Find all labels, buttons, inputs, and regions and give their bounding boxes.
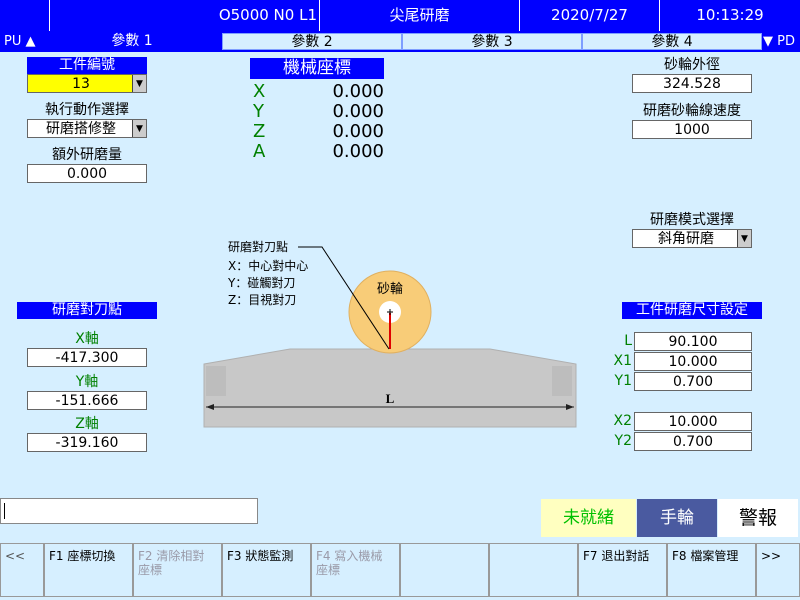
mode-select-value: 斜角研磨 — [658, 231, 714, 247]
f2-clear-relative-button[interactable]: F2 清除相對 座標 — [133, 543, 222, 597]
f4-write-machine-coord-button[interactable]: F4 寫入機械 座標 — [311, 543, 400, 597]
top-blank-cell — [0, 0, 50, 31]
callout-x: X：中心對中心 — [228, 258, 308, 273]
f3-status-monitor-button[interactable]: F3 狀態監測 — [222, 543, 311, 597]
x-axis-label: X軸 — [75, 331, 99, 347]
status-area — [258, 498, 540, 543]
size-y1-field[interactable]: 0.700 — [634, 372, 752, 391]
axis-value-x: 0.000 — [332, 81, 384, 102]
action-select[interactable]: 研磨搭修整 ▼ — [27, 119, 147, 138]
axis-value-y: 0.000 — [332, 101, 384, 122]
command-input[interactable] — [0, 498, 258, 524]
wheel-label: 砂輪 — [377, 281, 403, 297]
axis-value-z: 0.000 — [332, 121, 384, 142]
size-y2-field[interactable]: 0.700 — [634, 432, 752, 451]
handwheel-mode-indicator: 手輪 — [637, 499, 717, 537]
page-up-button[interactable]: PU ▲ — [4, 33, 35, 50]
wheel-od-label: 砂輪外徑 — [664, 57, 720, 73]
page-down-button[interactable]: ▼ PD — [763, 33, 795, 50]
action-select-label: 執行動作選擇 — [45, 102, 129, 118]
workpiece-no-label: 工件編號 — [27, 57, 147, 74]
next-keys-button[interactable]: >> — [756, 543, 800, 597]
size-y1-label: Y1 — [614, 373, 632, 389]
text-cursor — [4, 503, 5, 519]
y-axis-label: Y軸 — [75, 374, 99, 390]
size-y2-label: Y2 — [614, 433, 632, 449]
wheel-speed-label: 研磨砂輪線速度 — [643, 103, 741, 119]
chevron-down-icon[interactable]: ▼ — [737, 230, 751, 247]
extra-grind-field[interactable]: 0.000 — [27, 164, 147, 183]
size-x2-field[interactable]: 10.000 — [634, 412, 752, 431]
f7-exit-dialog-button[interactable]: F7 退出對話 — [578, 543, 667, 597]
tab-param-1[interactable]: 參數 1 — [42, 33, 222, 50]
size-l-field[interactable]: 90.100 — [634, 332, 752, 351]
extra-grind-label: 額外研磨量 — [52, 147, 122, 163]
axis-name-z: Z — [253, 121, 266, 142]
date-display: 2020/7/27 — [520, 0, 660, 31]
axis-name-y: Y — [253, 101, 264, 122]
f1-coord-switch-button[interactable]: F1 座標切換 — [44, 543, 133, 597]
chevron-down-icon[interactable]: ▼ — [132, 75, 146, 92]
x-axis-field[interactable]: -417.300 — [27, 348, 147, 367]
mode-select-label: 研磨模式選擇 — [650, 212, 734, 228]
size-x2-label: X2 — [613, 413, 633, 429]
f8-file-manager-button[interactable]: F8 檔案管理 — [667, 543, 756, 597]
f5-blank-button[interactable] — [400, 543, 489, 597]
grinding-diagram: L 砂輪 研磨對刀點 X：中心對中心 Y：碰觸對刀 Z：目視對刀 — [203, 240, 577, 428]
size-x1-field[interactable]: 10.000 — [634, 352, 752, 371]
alarm-indicator[interactable]: 警報 — [718, 499, 798, 537]
y-axis-field[interactable]: -151.666 — [27, 391, 147, 410]
workpiece-no-select[interactable]: 13 ▼ — [27, 74, 147, 93]
axis-value-a: 0.000 — [332, 141, 384, 162]
touch-point-title: 研磨對刀點 — [17, 302, 157, 319]
tab-param-4[interactable]: 參數 4 — [582, 33, 762, 50]
not-ready-indicator: 未就緒 — [541, 499, 636, 537]
parameter-tab-bar: PU ▲ 參數 1 參數 2 參數 3 參數 4 ▼ PD — [0, 31, 800, 52]
program-number: O5000 N0 L1 — [50, 0, 320, 31]
wheel-od-field[interactable]: 324.528 — [632, 74, 752, 93]
tab-param-2[interactable]: 參數 2 — [222, 33, 402, 50]
prev-keys-button[interactable]: << — [0, 543, 44, 597]
time-display: 10:13:29 — [696, 6, 764, 24]
axis-name-x: X — [253, 81, 266, 102]
dimension-label: L — [386, 391, 395, 406]
size-x1-label: X1 — [613, 353, 633, 369]
workpiece-no-value: 13 — [72, 76, 90, 92]
size-l-label: L — [624, 333, 632, 349]
top-status-bar: O5000 N0 L1 尖尾研磨 2020/7/27 10:13:29 — [0, 0, 800, 31]
machine-coords-title: 機械座標 — [250, 58, 384, 79]
message-area — [0, 524, 258, 543]
action-select-value: 研磨搭修整 — [46, 121, 116, 137]
callout-y: Y：碰觸對刀 — [227, 275, 295, 290]
screen-title: 尖尾研磨 — [320, 0, 520, 31]
workpiece-shape — [203, 348, 577, 428]
z-axis-field[interactable]: -319.160 — [27, 433, 147, 452]
axis-name-a: A — [253, 141, 266, 162]
chevron-down-icon[interactable]: ▼ — [132, 120, 146, 137]
z-axis-label: Z軸 — [75, 416, 99, 432]
tab-param-3[interactable]: 參數 3 — [402, 33, 582, 50]
callout-z: Z：目視對刀 — [228, 292, 296, 307]
mode-select[interactable]: 斜角研磨 ▼ — [632, 229, 752, 248]
f6-blank-button[interactable] — [489, 543, 578, 597]
callout-title: 研磨對刀點 — [228, 240, 288, 254]
wheel-speed-field[interactable]: 1000 — [632, 120, 752, 139]
size-settings-title: 工件研磨尺寸設定 — [622, 302, 762, 319]
